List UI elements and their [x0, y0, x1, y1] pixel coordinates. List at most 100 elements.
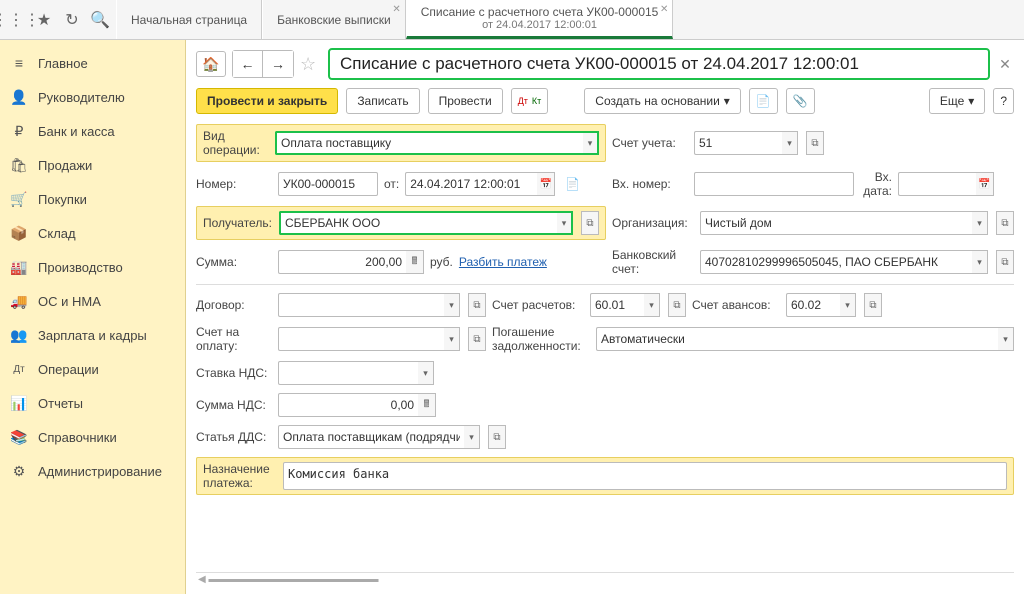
tab-start-page[interactable]: Начальная страница — [116, 0, 262, 39]
chevron-down-icon[interactable]: ▾ — [972, 250, 988, 274]
open-ref-button[interactable]: ⧉ — [806, 131, 824, 155]
contract-input[interactable] — [278, 293, 444, 317]
calculator-icon[interactable]: 🖩 — [406, 250, 424, 274]
account-input[interactable] — [694, 131, 782, 155]
post-button[interactable]: Провести — [428, 88, 503, 114]
dtkt-button[interactable]: ДтКт — [511, 88, 549, 114]
inc-date-label: Вх. дата: — [860, 170, 892, 198]
calendar-icon[interactable]: 📅 — [537, 172, 555, 196]
apps-icon[interactable]: ⋮⋮⋮ — [6, 10, 26, 30]
sidebar-item-references[interactable]: 📚Справочники — [0, 420, 185, 454]
close-button[interactable]: ✕ — [996, 56, 1014, 73]
sidebar-item-reports[interactable]: 📊Отчеты — [0, 386, 185, 420]
debt-select[interactable] — [596, 327, 998, 351]
chevron-down-icon[interactable]: ▾ — [464, 425, 480, 449]
split-payment-link[interactable]: Разбить платеж — [459, 255, 547, 269]
bank-acc-input[interactable] — [700, 250, 972, 274]
open-ref-button[interactable]: ⧉ — [468, 327, 486, 351]
sidebar-item-purchases[interactable]: 🛒Покупки — [0, 182, 185, 216]
sum-input[interactable] — [278, 250, 406, 274]
sidebar-item-main[interactable]: ≡Главное — [0, 46, 185, 80]
currency-label: руб. — [430, 255, 453, 269]
tab-bank-statements[interactable]: Банковские выписки ✕ — [262, 0, 406, 39]
open-ref-button[interactable]: ⧉ — [996, 211, 1014, 235]
print-button[interactable]: 📄 — [749, 88, 778, 114]
advance-acc-input[interactable] — [786, 293, 840, 317]
sidebar-item-label: Банк и касса — [38, 124, 115, 139]
sidebar-item-operations[interactable]: ДтОперации — [0, 352, 185, 386]
more-button[interactable]: Еще ▾ — [929, 88, 985, 114]
chevron-down-icon[interactable]: ▾ — [782, 131, 798, 155]
favorite-star-icon[interactable]: ☆ — [300, 54, 322, 75]
vat-sum-input[interactable] — [278, 393, 418, 417]
sidebar-item-warehouse[interactable]: 📦Склад — [0, 216, 185, 250]
sidebar-item-sales[interactable]: 🛍Продажи — [0, 148, 185, 182]
sidebar-item-assets[interactable]: 🚚ОС и НМА — [0, 284, 185, 318]
chevron-down-icon[interactable]: ▾ — [972, 211, 988, 235]
debt-label: Погашение задолженности: — [492, 325, 590, 353]
sidebar-item-label: Администрирование — [38, 464, 162, 479]
purpose-textarea[interactable] — [283, 462, 1007, 490]
search-icon[interactable]: 🔍 — [90, 10, 110, 30]
sidebar-item-bank[interactable]: ₽Банк и касса — [0, 114, 185, 148]
chevron-down-icon[interactable]: ▾ — [418, 361, 434, 385]
sidebar-item-admin[interactable]: ⚙Администрирование — [0, 454, 185, 488]
history-icon[interactable]: ↻ — [62, 10, 82, 30]
open-ref-button[interactable]: ⧉ — [488, 425, 506, 449]
open-ref-button[interactable]: ⧉ — [996, 250, 1014, 274]
tab-payment-document[interactable]: Списание с расчетного счета УК00-000015 … — [406, 0, 674, 39]
sidebar-item-production[interactable]: 🏭Производство — [0, 250, 185, 284]
sidebar-item-label: Отчеты — [38, 396, 83, 411]
chevron-down-icon[interactable]: ▾ — [644, 293, 660, 317]
home-button[interactable]: 🏠 — [196, 51, 226, 77]
recipient-label: Получатель: — [203, 216, 273, 230]
op-type-label: Вид операции: — [203, 129, 267, 157]
close-icon[interactable]: ✕ — [392, 4, 400, 15]
inc-date-input[interactable] — [898, 172, 976, 196]
chevron-down-icon[interactable]: ▾ — [998, 327, 1014, 351]
open-ref-button[interactable]: ⧉ — [864, 293, 882, 317]
vat-rate-input[interactable] — [278, 361, 418, 385]
open-ref-button[interactable]: ⧉ — [581, 211, 599, 235]
advance-acc-label: Счет авансов: — [692, 298, 780, 312]
chevron-down-icon[interactable]: ▾ — [840, 293, 856, 317]
sidebar-item-salary[interactable]: 👥Зарплата и кадры — [0, 318, 185, 352]
document-icon: 📄 — [565, 177, 580, 191]
close-icon[interactable]: ✕ — [660, 4, 668, 15]
inc-number-input[interactable] — [694, 172, 854, 196]
settle-acc-input[interactable] — [590, 293, 644, 317]
chevron-down-icon: ▾ — [968, 94, 974, 108]
back-button[interactable]: ← — [233, 51, 263, 77]
help-button[interactable]: ? — [993, 88, 1014, 114]
number-input[interactable] — [278, 172, 378, 196]
tab-label: Банковские выписки — [277, 13, 391, 27]
star-icon[interactable]: ★ — [34, 10, 54, 30]
invoice-input[interactable] — [278, 327, 444, 351]
chevron-down-icon[interactable]: ▾ — [583, 131, 599, 155]
number-label: Номер: — [196, 177, 272, 191]
horizontal-scrollbar[interactable]: ◀ ▬▬▬▬▬▬▬▬▬▬▬▬▬▬▬▬▬ — [196, 572, 1014, 586]
open-ref-button[interactable]: ⧉ — [668, 293, 686, 317]
create-on-base-button[interactable]: Создать на основании ▾ — [584, 88, 741, 114]
date-input[interactable] — [405, 172, 537, 196]
sidebar-item-manager[interactable]: 👤Руководителю — [0, 80, 185, 114]
sidebar-item-label: Руководителю — [38, 90, 125, 105]
open-ref-button[interactable]: ⧉ — [468, 293, 486, 317]
post-and-close-button[interactable]: Провести и закрыть — [196, 88, 338, 114]
calendar-icon[interactable]: 📅 — [976, 172, 994, 196]
write-button[interactable]: Записать — [346, 88, 419, 114]
forward-button[interactable]: → — [263, 51, 293, 77]
cart-icon: 🛒 — [10, 190, 28, 208]
chevron-down-icon[interactable]: ▾ — [444, 293, 460, 317]
factory-icon: 🏭 — [10, 258, 28, 276]
attach-button[interactable]: 📎 — [786, 88, 815, 114]
chevron-down-icon[interactable]: ▾ — [557, 211, 573, 235]
calculator-icon[interactable]: 🖩 — [418, 393, 436, 417]
dtkt-icon: Дт — [10, 360, 28, 378]
org-input[interactable] — [700, 211, 972, 235]
tab-sublabel: от 24.04.2017 12:00:01 — [482, 19, 597, 31]
op-type-select[interactable] — [275, 131, 583, 155]
chevron-down-icon[interactable]: ▾ — [444, 327, 460, 351]
recipient-input[interactable] — [279, 211, 557, 235]
dds-input[interactable] — [278, 425, 464, 449]
